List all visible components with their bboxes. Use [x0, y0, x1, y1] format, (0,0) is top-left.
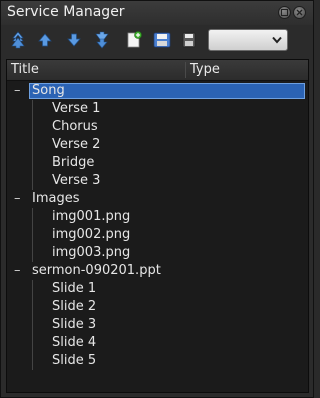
move-to-bottom-button[interactable] — [91, 29, 113, 51]
new-service-button[interactable] — [123, 29, 145, 51]
restore-icon — [281, 9, 288, 16]
window-title: Service Manager — [7, 4, 125, 20]
list-item[interactable]: Verse 1 — [7, 100, 308, 118]
move-up-button[interactable] — [34, 29, 56, 51]
tree-child-label: Slide 5 — [52, 353, 97, 368]
tree-child-label: Slide 3 — [52, 317, 97, 332]
tree-item-label: sermon-090201.ppt — [32, 263, 161, 278]
float-window-button[interactable] — [278, 6, 291, 19]
tree-item-song[interactable]: – Song — [7, 82, 308, 100]
close-window-button[interactable] — [293, 6, 306, 19]
save-service-icon — [153, 32, 171, 48]
list-item[interactable]: Slide 4 — [7, 334, 308, 352]
tree-child-label: Verse 2 — [52, 137, 101, 152]
list-item[interactable]: Slide 5 — [7, 352, 308, 370]
list-item[interactable]: img001.png — [7, 208, 308, 226]
collapse-toggle[interactable]: – — [14, 190, 21, 208]
chevron-down-icon — [272, 36, 282, 44]
service-list[interactable]: Title Type – Song Verse 1 Chorus Verse 2… — [6, 59, 309, 393]
tree-child-label: Chorus — [52, 119, 98, 134]
list-item[interactable]: Chorus — [7, 118, 308, 136]
move-down-button[interactable] — [63, 29, 85, 51]
list-item[interactable]: img002.png — [7, 226, 308, 244]
header-divider — [185, 62, 186, 78]
tree-child-label: Slide 4 — [52, 335, 97, 350]
collapse-toggle[interactable]: – — [14, 82, 21, 100]
list-item[interactable]: Bridge — [7, 154, 308, 172]
move-to-top-button[interactable] — [7, 29, 29, 51]
list-item[interactable]: Verse 3 — [7, 172, 308, 190]
selection-highlight — [29, 83, 305, 99]
tree-child-label: Slide 1 — [52, 281, 97, 296]
save-as-icon — [182, 32, 196, 48]
collapse-toggle[interactable]: – — [14, 262, 21, 280]
column-header-type[interactable]: Type — [190, 62, 220, 77]
tree-child-label: img002.png — [52, 227, 131, 242]
move-down-icon — [67, 33, 81, 47]
list-item[interactable]: Verse 2 — [7, 136, 308, 154]
theme-select[interactable] — [208, 29, 288, 51]
move-up-icon — [38, 33, 52, 47]
move-to-bottom-icon — [95, 31, 109, 49]
service-manager-window: Service Manager Title Type – Song Verse … — [0, 0, 314, 398]
tree-item-label: Images — [32, 191, 80, 206]
move-to-top-icon — [11, 31, 25, 49]
tree-item-label: Song — [32, 83, 65, 98]
list-item[interactable]: Slide 2 — [7, 298, 308, 316]
tree-child-label: img001.png — [52, 209, 131, 224]
save-service-button[interactable] — [151, 29, 173, 51]
list-item[interactable]: img003.png — [7, 244, 308, 262]
list-item[interactable]: Slide 3 — [7, 316, 308, 334]
tree-child-label: Bridge — [52, 155, 95, 170]
tree-child-label: Slide 2 — [52, 299, 97, 314]
tree-item-sermon[interactable]: – sermon-090201.ppt — [7, 262, 308, 280]
toolbar — [1, 27, 313, 55]
save-as-button[interactable] — [178, 29, 200, 51]
column-header-title[interactable]: Title — [11, 62, 39, 77]
tree-child-label: Verse 1 — [52, 101, 101, 116]
title-bar: Service Manager — [1, 1, 313, 25]
list-item[interactable]: Slide 1 — [7, 280, 308, 298]
tree-item-images[interactable]: – Images — [7, 190, 308, 208]
list-header: Title Type — [7, 60, 308, 81]
tree-child-label: img003.png — [52, 245, 131, 260]
new-service-icon — [127, 31, 142, 48]
close-icon — [296, 9, 303, 16]
tree-child-label: Verse 3 — [52, 173, 101, 188]
